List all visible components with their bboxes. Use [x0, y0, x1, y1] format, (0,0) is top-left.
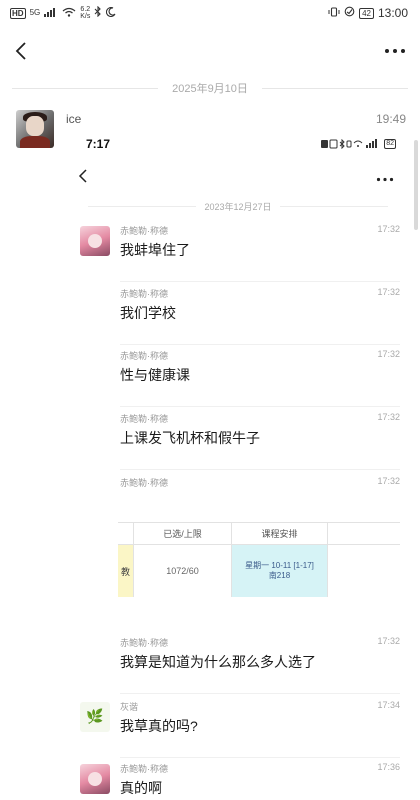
speed-unit: K/s [80, 13, 91, 20]
table-header-cell: 已选/上限 [134, 523, 232, 544]
sender-name: 灰谐 [120, 702, 139, 712]
table-header-cell [118, 523, 134, 544]
table-cell-schedule: 星期一 10-11 [1-17] 南218 [232, 545, 328, 597]
date-separator: 2025年9月10日 [0, 80, 420, 96]
message-text: 我草真的吗? [120, 718, 198, 734]
course-table-image: 已选/上限 课程安排 教 1072/60 星期一 10-11 [1-17] 南2… [118, 522, 400, 600]
list-item: 赤鲍勒·称德 17:32 性与健康课 [80, 349, 400, 407]
vibrate-icon [328, 6, 340, 20]
table-header-row: 已选/上限 课程安排 [118, 523, 400, 545]
list-item: 灰谐 17:34 我草真的吗? [80, 700, 400, 758]
message-time: 17:32 [377, 349, 400, 359]
bluetooth-icon [94, 5, 102, 20]
embedded-back-arrow-icon [78, 168, 88, 189]
network-type: 5G [29, 8, 41, 17]
sender-name: 赤鲍勒·称德 [120, 414, 168, 424]
message-time: 17:34 [377, 700, 400, 710]
embedded-battery-icon: 82 [384, 139, 396, 149]
avatar [80, 764, 110, 794]
list-item: 赤鲍勒·称德 17:32 已选/上限 课程安排 教 1072/60 星期一 10… [80, 476, 400, 632]
sender-name: 赤鲍勒·称德 [120, 289, 168, 299]
message-time: 17:32 [377, 476, 400, 486]
sender-name: 赤鲍勒·称德 [120, 764, 168, 774]
message-text: 性与健康课 [120, 367, 190, 383]
embedded-status-bar: 7:17 82 [66, 136, 406, 152]
hd-icon: HD [10, 7, 26, 19]
list-item: 赤鲍勒·称德 17:32 我算是知道为什么那么多人选了 [80, 636, 400, 694]
wifi-icon [62, 7, 76, 20]
table-header-cell [328, 523, 400, 544]
message-text: 我们学校 [120, 305, 176, 321]
back-arrow-icon[interactable] [14, 41, 28, 61]
message-time: 17:32 [377, 412, 400, 422]
list-item: 赤鲍勒·称德 17:32 我蚌埠住了 [80, 224, 400, 282]
embedded-toolbar [66, 166, 406, 190]
list-item: 赤鲍勒·称德 17:36 真的啊 [80, 762, 400, 800]
embedded-clock: 7:17 [86, 137, 111, 151]
embedded-more-icon [376, 169, 394, 187]
signal-icon [44, 7, 58, 20]
message-text: 上课发飞机杯和假牛子 [120, 430, 260, 446]
table-row: 教 1072/60 星期一 10-11 [1-17] 南218 [118, 545, 400, 597]
table-cell: 1072/60 [134, 545, 232, 597]
message-time: 17:36 [377, 762, 400, 772]
battery-icon: 42 [359, 7, 374, 19]
table-cell [328, 545, 400, 597]
list-item: 赤鲍勒·称德 17:32 我们学校 [80, 287, 400, 345]
message-text: 我蚌埠住了 [120, 242, 190, 258]
date-label: 2025年9月10日 [172, 83, 248, 95]
table-cell: 教 [118, 545, 134, 597]
message-text: 真的啊 [120, 780, 162, 796]
message-text: 我算是知道为什么那么多人选了 [120, 654, 316, 670]
sender-name: 赤鲍勒·称德 [120, 351, 168, 361]
more-options-icon[interactable] [384, 48, 406, 54]
chat-toolbar [0, 34, 420, 68]
avatar [80, 226, 110, 256]
status-bar: HD 5G 6.2 K/s 42 13:00 [0, 0, 420, 26]
schedule-room: 南218 [268, 571, 291, 580]
message-time: 19:49 [375, 112, 406, 126]
sender-name: ice [66, 112, 82, 126]
embedded-date-label: 2023年12月27日 [204, 201, 272, 212]
screenshot-image[interactable]: 7:17 82 2023年12月27日 赤鲍勒·称德 17:32 我蚌埠住了 赤… [66, 130, 406, 800]
data-saver-icon [344, 6, 355, 20]
list-item: 赤鲍勒·称德 17:32 上课发飞机杯和假牛子 [80, 412, 400, 470]
embedded-status-icons: 82 [321, 139, 396, 149]
network-speed: 6.2 K/s [80, 6, 90, 20]
table-header-cell: 课程安排 [232, 523, 328, 544]
avatar[interactable] [16, 110, 54, 148]
embedded-system-icons [321, 139, 378, 149]
scrollbar[interactable] [414, 140, 418, 230]
avatar [80, 702, 110, 732]
message-time: 17:32 [377, 224, 400, 234]
message-time: 17:32 [377, 636, 400, 646]
sender-name: 赤鲍勒·称德 [120, 638, 168, 648]
moon-icon [106, 6, 116, 20]
embedded-date-separator: 2023年12月27日 [80, 200, 396, 212]
clock: 13:00 [377, 6, 408, 20]
message-time: 17:32 [377, 287, 400, 297]
sender-name: 赤鲍勒·称德 [120, 478, 168, 488]
sender-name: 赤鲍勒·称德 [120, 226, 168, 236]
speed-value: 6.2 [80, 6, 91, 13]
schedule-time: 星期一 10-11 [1-17] [245, 561, 314, 570]
